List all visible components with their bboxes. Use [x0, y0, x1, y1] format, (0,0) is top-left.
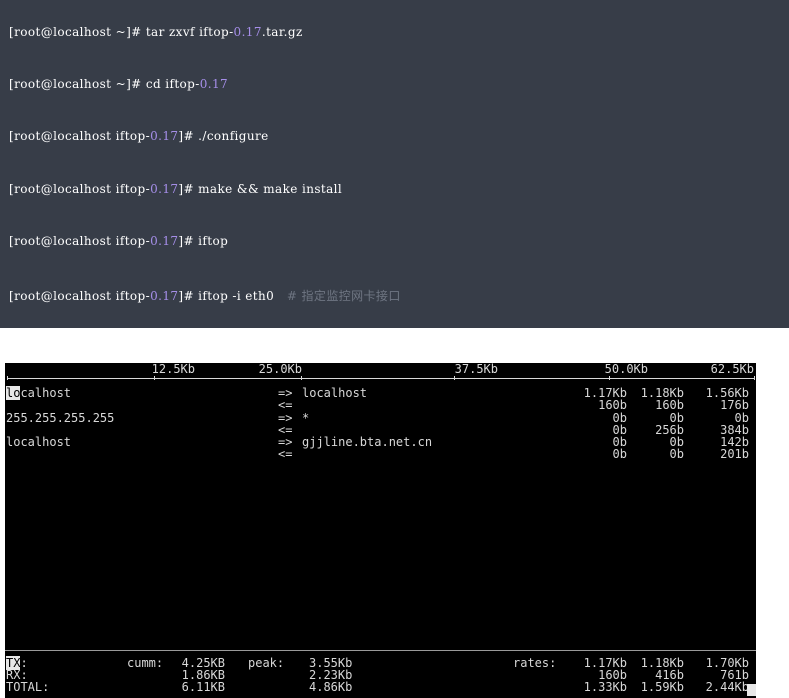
scale-tick [454, 376, 455, 380]
code-line: [root@localhost iftop-0.17]# iftop [9, 234, 228, 248]
rate-value: 160b [598, 398, 627, 413]
peak-value: 4.86Kb [309, 680, 353, 695]
incoming-arrow: <= [278, 398, 293, 413]
code-text: ]# iftop [178, 234, 229, 248]
destination-host: localhost [302, 386, 368, 400]
scale-label: 37.5Kb [454, 363, 498, 376]
scale-tick [7, 376, 8, 380]
version-number: 0.17 [150, 129, 179, 143]
source-host: 255.255.255.255 [6, 412, 114, 424]
source-host: localhost [6, 386, 72, 400]
terminal-cursor [747, 684, 756, 696]
iftop-terminal: 12.5Kb 25.0Kb 37.5Kb 50.0Kb 62.5Kb localhost =… [5, 363, 756, 698]
source-host-name: calhost [20, 386, 72, 400]
scale-tick [301, 376, 302, 380]
footer-separator [5, 650, 756, 651]
version-number: 0.17 [150, 234, 179, 248]
version-number: 0.17 [150, 289, 179, 303]
peak-label: peak: [248, 656, 285, 670]
code-text: .tar.gz [261, 25, 303, 39]
code-text: [root@localhost iftop- [9, 182, 151, 196]
destination-host: gjjline.bta.net.cn [302, 435, 433, 449]
code-text: [root@localhost ~]# tar zxvf iftop- [9, 25, 234, 39]
version-number: 0.17 [233, 25, 262, 39]
rate-value: 0b [612, 447, 627, 462]
code-text: [root@localhost iftop- [9, 289, 151, 303]
incoming-arrow: <= [278, 447, 293, 462]
code-text: [root@localhost ~]# cd iftop- [9, 77, 200, 91]
rate-value: 0b [669, 447, 684, 462]
cumm-value: 6.11KB [181, 680, 225, 695]
code-text: ]# iftop -i eth0 [178, 289, 275, 303]
scale-label: 25.0Kb [258, 363, 302, 376]
scale-label: 50.0Kb [604, 363, 648, 376]
source-host-name: 255.255.255.255 [6, 411, 115, 425]
version-number: 0.17 [150, 182, 179, 196]
rate-value: 201b [720, 447, 749, 462]
source-host-name: localhost [6, 435, 72, 449]
totals-label: TOTAL: [6, 681, 49, 693]
rate-value: 176b [720, 398, 749, 413]
destination-host: * [302, 411, 310, 425]
code-text: [root@localhost iftop- [9, 129, 151, 143]
version-number: 0.17 [199, 77, 229, 91]
scale-tick [154, 376, 155, 380]
totals-label-text: TOTAL: [6, 680, 50, 695]
rate-value: 160b [655, 398, 684, 413]
code-text: ]# ./configure [178, 129, 269, 143]
rates-label: rates: [513, 656, 557, 670]
cursor-highlight: lo [6, 386, 21, 400]
scale-tick [754, 376, 755, 380]
code-text: [root@localhost iftop- [9, 234, 151, 248]
source-host: localhost [6, 436, 71, 448]
code-text: ]# make && make install [178, 182, 343, 196]
rate-value: 2.44Kb [705, 680, 749, 695]
code-line: [root@localhost ~]# tar zxvf iftop-0.17.… [9, 25, 303, 39]
scale-label: 62.5Kb [710, 363, 754, 376]
scale-tick [609, 376, 610, 380]
code-line: [root@localhost iftop-0.17]# ./configure [9, 129, 269, 143]
cumm-label: cumm: [127, 656, 164, 670]
code-block: [root@localhost ~]# tar zxvf iftop-0.17.… [0, 0, 789, 328]
code-comment: # 指定监控网卡接口 [286, 289, 401, 303]
scale-label: 12.5Kb [151, 363, 195, 376]
scale-axis [7, 378, 754, 379]
code-line: [root@localhost iftop-0.17]# iftop -i et… [9, 287, 401, 304]
code-line: [root@localhost ~]# cd iftop-0.17 [9, 77, 228, 91]
rate-value: 1.59Kb [640, 680, 684, 695]
code-line: [root@localhost iftop-0.17]# make && mak… [9, 182, 342, 196]
rate-value: 1.33Kb [583, 680, 627, 695]
